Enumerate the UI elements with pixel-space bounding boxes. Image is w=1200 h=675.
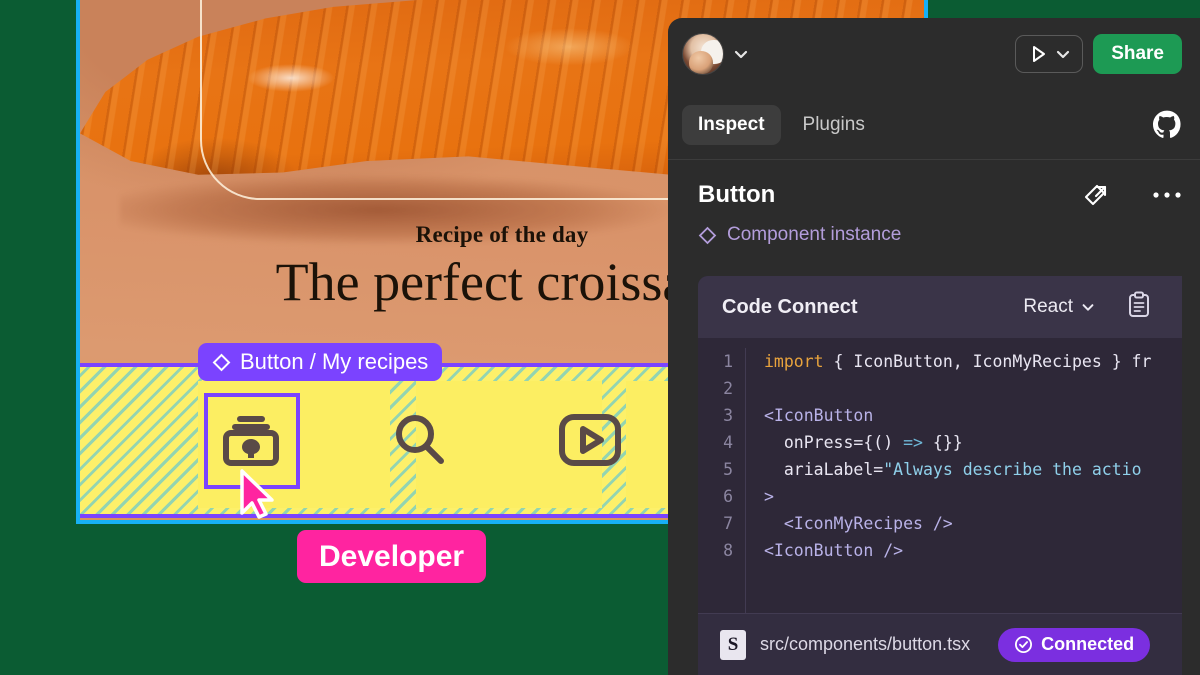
code-line: <IconButton (764, 402, 1182, 429)
code-token: <IconButton /> (764, 541, 904, 560)
page-title: Button (698, 181, 776, 208)
github-icon[interactable] (1152, 110, 1182, 140)
language-select[interactable]: React (1023, 296, 1096, 318)
play-icon (1033, 46, 1046, 62)
more-horizontal-icon[interactable] (1152, 190, 1182, 200)
share-button-label: Share (1111, 43, 1164, 64)
video-play-glyph (559, 414, 621, 466)
code-token: onPress={() (764, 433, 904, 452)
inspect-panel[interactable]: Share Inspect Plugins Button Component i… (668, 18, 1200, 675)
code-token: <IconButton (764, 406, 874, 425)
tab-inspect[interactable]: Inspect (682, 104, 781, 145)
search-glyph (396, 415, 444, 464)
line-number: 5 (723, 460, 733, 479)
video-play-icon[interactable] (546, 396, 634, 484)
line-number: 2 (723, 379, 733, 398)
code-token: "Always describe the actio (883, 460, 1142, 479)
share-button[interactable]: Share (1093, 34, 1182, 74)
open-external-glyph (1084, 184, 1107, 206)
my-recipes-glyph (223, 416, 279, 466)
tab-inspect-label: Inspect (698, 113, 765, 135)
tab-plugins[interactable]: Plugins (787, 105, 881, 145)
file-path[interactable]: src/components/button.tsx (760, 634, 970, 655)
code-connect-card: Code Connect React 1 2 3 4 5 6 7 8 impor… (698, 276, 1182, 675)
code-token: import (764, 352, 824, 371)
chevron-down-icon (1057, 50, 1070, 59)
code-line: ariaLabel="Always describe the actio (764, 456, 1182, 483)
status-badge-label: Connected (1041, 634, 1135, 654)
code-connect-title: Code Connect (722, 295, 858, 318)
developer-badge[interactable]: Developer (297, 530, 487, 583)
line-number: 3 (723, 406, 733, 425)
panel-topbar: Share (668, 18, 1200, 90)
line-number-gutter: 1 2 3 4 5 6 7 8 (698, 348, 746, 613)
component-diamond-icon (698, 226, 717, 244)
component-instance-link[interactable]: Component instance (698, 224, 1182, 246)
code-line: <IconButton /> (764, 537, 1182, 564)
line-number: 6 (723, 487, 733, 506)
code-connect-header: Code Connect React (698, 276, 1182, 338)
panel-tabs: Inspect Plugins (668, 90, 1200, 160)
component-instance-label: Component instance (727, 224, 902, 245)
status-badge[interactable]: Connected (998, 627, 1151, 662)
component-chip-label: Button / My recipes (240, 349, 429, 374)
chevron-down-icon (734, 50, 748, 59)
line-number: 7 (723, 514, 733, 533)
code-token: <IconMyRecipes /> (764, 514, 953, 533)
storybook-file-icon: S (720, 629, 746, 660)
code-line: onPress={() => {}} (764, 429, 1182, 456)
component-name-chip[interactable]: Button / My recipes (198, 343, 443, 381)
chevron-down-icon (1082, 304, 1094, 311)
code-content: import { IconButton, IconMyRecipes } fr … (746, 348, 1182, 613)
code-token: => (903, 433, 923, 452)
present-button[interactable] (1015, 35, 1084, 73)
code-token: { IconButton, IconMyRecipes } fr (823, 352, 1152, 371)
component-diamond-icon (212, 353, 231, 371)
more-horizontal-glyph (1153, 192, 1181, 198)
line-number: 4 (723, 433, 733, 452)
code-editor[interactable]: 1 2 3 4 5 6 7 8 import { IconButton, IconMyReci… (698, 338, 1182, 613)
code-line: import { IconButton, IconMyRecipes } fr (764, 348, 1182, 375)
code-token: {}} (922, 433, 963, 452)
tab-plugins-label: Plugins (802, 113, 865, 135)
avatar (682, 33, 724, 75)
code-token: ariaLabel= (764, 460, 884, 479)
panel-body: Button Component instance Code Connect R… (668, 160, 1200, 675)
node-title-row: Button (698, 180, 1182, 210)
code-line: <IconMyRecipes /> (764, 510, 1182, 537)
developer-badge-label: Developer (319, 539, 465, 573)
mouse-cursor (240, 469, 274, 519)
code-line: > (764, 483, 1182, 510)
user-menu[interactable] (682, 33, 750, 75)
check-circle-icon (1015, 635, 1033, 654)
copy-clipboard-icon[interactable] (1126, 291, 1152, 324)
github-glyph (1153, 110, 1181, 138)
line-number: 8 (723, 541, 733, 560)
code-token: > (764, 487, 774, 506)
copy-clipboard-glyph (1129, 291, 1149, 317)
line-number: 1 (723, 352, 733, 371)
open-external-icon[interactable] (1080, 180, 1110, 210)
code-connect-footer: S src/components/button.tsx Connected (698, 613, 1182, 675)
search-icon[interactable] (376, 396, 464, 484)
language-select-value: React (1023, 296, 1073, 317)
